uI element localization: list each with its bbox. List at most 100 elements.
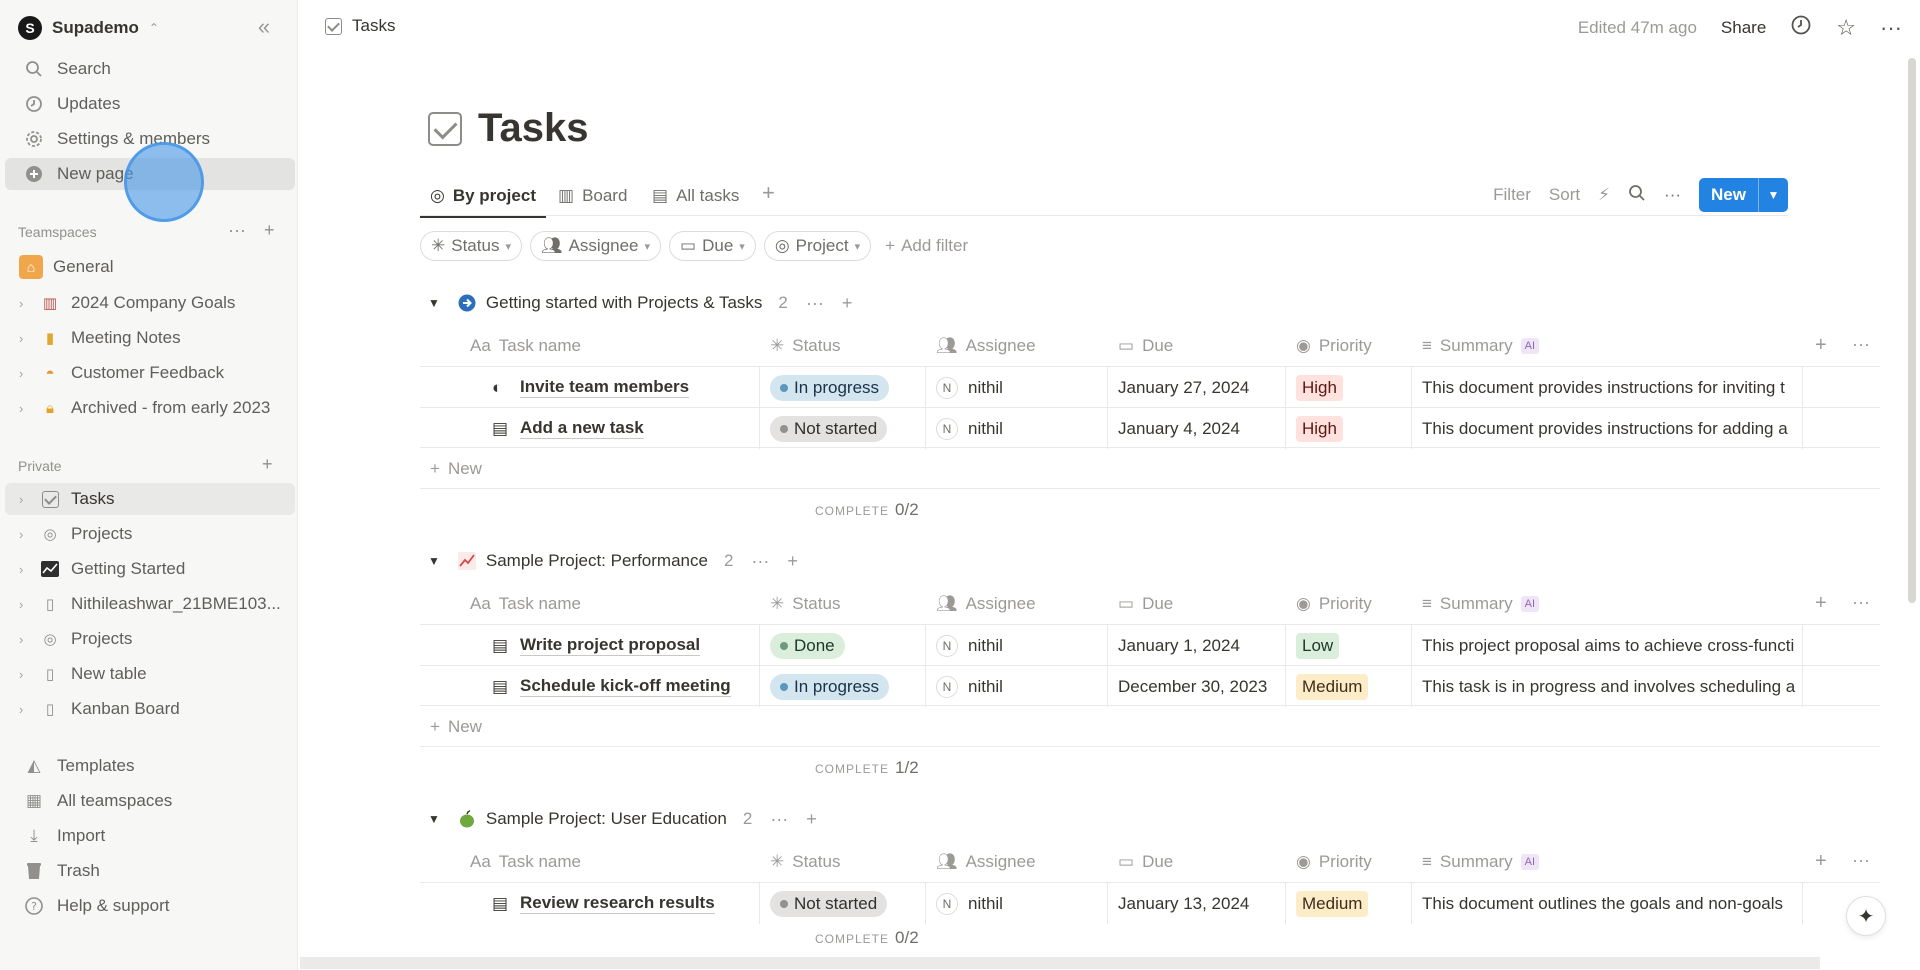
table-row[interactable]: ◐ Invite team members In progress Nnithil… — [420, 366, 1880, 408]
sidebar-item-trash[interactable]: Trash — [5, 855, 295, 887]
new-button-label[interactable]: New — [1699, 178, 1758, 212]
column-assignee[interactable]: 👥︎ Assignee — [936, 852, 1036, 872]
add-icon[interactable]: + — [842, 293, 853, 314]
cell-assignee[interactable]: Nnithil — [926, 408, 1108, 449]
column-assignee[interactable]: 👥︎ Assignee — [936, 594, 1036, 614]
column-task-name[interactable]: Aa Task name — [470, 852, 581, 872]
cell-status[interactable]: In progress — [760, 367, 926, 408]
sidebar-item-tasks[interactable]: › Tasks — [5, 483, 295, 515]
sidebar-item-templates[interactable]: ◭ Templates — [5, 750, 295, 782]
collapse-sidebar-icon[interactable]: « — [250, 16, 278, 40]
task-name[interactable]: Invite team members — [520, 377, 690, 398]
sidebar-item-help[interactable]: ? Help & support — [5, 890, 295, 922]
cell-assignee[interactable]: Nnithil — [926, 883, 1108, 924]
chevron-right-icon[interactable]: › — [19, 667, 35, 682]
horizontal-scrollbar[interactable] — [300, 957, 1820, 969]
add-filter-button[interactable]: + Add filter — [885, 236, 968, 256]
filter-chip-project[interactable]: ◎ Project ▾ — [763, 231, 872, 261]
table-row[interactable]: ▤ Write project proposal Done Nnithil Jan… — [420, 624, 1880, 666]
column-status[interactable]: ✳︎ Status — [770, 852, 840, 872]
add-icon[interactable]: + — [264, 220, 275, 241]
add-icon[interactable]: + — [787, 551, 798, 572]
task-name[interactable]: Write project proposal — [520, 635, 701, 656]
toggle-triangle-icon[interactable]: ▼ — [428, 812, 440, 826]
chevron-right-icon[interactable]: › — [19, 366, 35, 381]
new-row-button[interactable]: + New — [420, 449, 1880, 489]
toggle-triangle-icon[interactable]: ▼ — [428, 296, 440, 310]
filter-chip-due[interactable]: ▭ Due ▾ — [669, 231, 756, 261]
cell-summary[interactable]: This task is in progress and involves sc… — [1412, 666, 1803, 707]
add-icon[interactable]: + — [262, 454, 273, 475]
more-icon[interactable]: ··· — [1664, 185, 1681, 205]
column-due[interactable]: ▭ Due — [1118, 852, 1173, 872]
cell-task-name[interactable]: ▤ Schedule kick-off meeting — [420, 666, 760, 707]
tab-by-project[interactable]: ◎ By project — [420, 182, 546, 218]
cell-priority[interactable]: Medium — [1286, 666, 1412, 707]
sidebar-item-kanban-board[interactable]: › ▯ Kanban Board — [5, 693, 295, 725]
table-row[interactable]: ▤ Add a new task Not started Nnithil Janu… — [420, 407, 1880, 449]
page-title-text[interactable]: Tasks — [478, 106, 588, 151]
sidebar-item-projects[interactable]: › ◎ Projects — [5, 518, 295, 550]
cell-summary[interactable]: This document outlines the goals and non… — [1412, 883, 1803, 924]
chevron-right-icon[interactable]: › — [19, 401, 35, 416]
cell-status[interactable]: In progress — [760, 666, 926, 707]
cell-assignee[interactable]: Nnithil — [926, 367, 1108, 408]
cell-priority[interactable]: Low — [1286, 625, 1412, 666]
column-priority[interactable]: ◉ Priority — [1296, 336, 1372, 356]
cell-priority[interactable]: Medium — [1286, 883, 1412, 924]
sidebar-item-meeting-notes[interactable]: › ▮ Meeting Notes — [5, 322, 295, 354]
cell-due[interactable]: January 13, 2024 — [1108, 883, 1286, 924]
sidebar-item-general[interactable]: ⌂ General — [5, 251, 295, 283]
cell-due[interactable]: January 1, 2024 — [1108, 625, 1286, 666]
add-column-icon[interactable]: + — [1815, 850, 1827, 873]
chevron-down-icon[interactable]: ▼ — [1758, 178, 1788, 212]
cell-task-name[interactable]: ▤ Write project proposal — [420, 625, 760, 666]
table-row[interactable]: ▤ Review research results Not started Nni… — [420, 882, 1880, 924]
more-icon[interactable]: ··· — [1852, 334, 1870, 355]
cell-assignee[interactable]: Nnithil — [926, 666, 1108, 707]
search-icon[interactable] — [1628, 184, 1646, 207]
cell-summary[interactable]: This project proposal aims to achieve cr… — [1412, 625, 1803, 666]
column-summary[interactable]: ≡ Summary AI — [1422, 336, 1540, 356]
chevron-right-icon[interactable]: › — [19, 632, 35, 647]
sidebar-item-search[interactable]: Search — [5, 53, 295, 85]
group-header[interactable]: ▼ Sample Project: Performance 2 ··· + — [428, 547, 798, 575]
more-icon[interactable]: ··· — [770, 809, 788, 830]
chevron-right-icon[interactable]: › — [19, 562, 35, 577]
group-header[interactable]: ▼ Sample Project: User Education 2 ··· + — [428, 805, 817, 833]
automation-icon[interactable]: ⚡︎ — [1598, 185, 1610, 205]
chevron-right-icon[interactable]: › — [19, 702, 35, 717]
chevron-right-icon[interactable]: › — [19, 296, 35, 311]
cell-task-name[interactable]: ◐ Invite team members — [420, 367, 760, 408]
chevron-right-icon[interactable]: › — [19, 492, 35, 507]
cell-assignee[interactable]: Nnithil — [926, 625, 1108, 666]
group-calculation[interactable]: COMPLETE 0/2 — [815, 500, 919, 520]
task-name[interactable]: Review research results — [520, 893, 715, 914]
group-calculation[interactable]: COMPLETE 1/2 — [815, 758, 919, 778]
add-icon[interactable]: + — [806, 809, 817, 830]
sidebar-item-new-table[interactable]: › ▯ New table — [5, 658, 295, 690]
task-name[interactable]: Schedule kick-off meeting — [520, 676, 731, 697]
toggle-triangle-icon[interactable]: ▼ — [428, 554, 440, 568]
column-task-name[interactable]: Aa Task name — [470, 594, 581, 614]
more-icon[interactable]: ··· — [228, 220, 246, 241]
column-due[interactable]: ▭ Due — [1118, 336, 1173, 356]
new-row-button[interactable]: + New — [420, 707, 1880, 747]
cell-task-name[interactable]: ▤ Add a new task — [420, 408, 760, 449]
group-header[interactable]: ▼ Getting started with Projects & Tasks … — [428, 289, 852, 317]
column-summary[interactable]: ≡ Summary AI — [1422, 852, 1540, 872]
add-column-icon[interactable]: + — [1815, 592, 1827, 615]
filter-button[interactable]: Filter — [1493, 185, 1531, 205]
sidebar-item-company-goals[interactable]: › ▥ 2024 Company Goals — [5, 287, 295, 319]
cell-priority[interactable]: High — [1286, 367, 1412, 408]
cell-due[interactable]: January 27, 2024 — [1108, 367, 1286, 408]
chevron-right-icon[interactable]: › — [19, 597, 35, 612]
history-icon[interactable] — [1790, 14, 1812, 42]
column-priority[interactable]: ◉ Priority — [1296, 852, 1372, 872]
chevron-right-icon[interactable]: › — [19, 527, 35, 542]
ai-sparkle-button[interactable]: ✦ — [1846, 896, 1886, 936]
column-status[interactable]: ✳︎ Status — [770, 594, 840, 614]
sidebar-item-customer-feedback[interactable]: › ◓ Customer Feedback — [5, 357, 295, 389]
table-row[interactable]: ▤ Schedule kick-off meeting In progress N… — [420, 665, 1880, 707]
column-priority[interactable]: ◉ Priority — [1296, 594, 1372, 614]
